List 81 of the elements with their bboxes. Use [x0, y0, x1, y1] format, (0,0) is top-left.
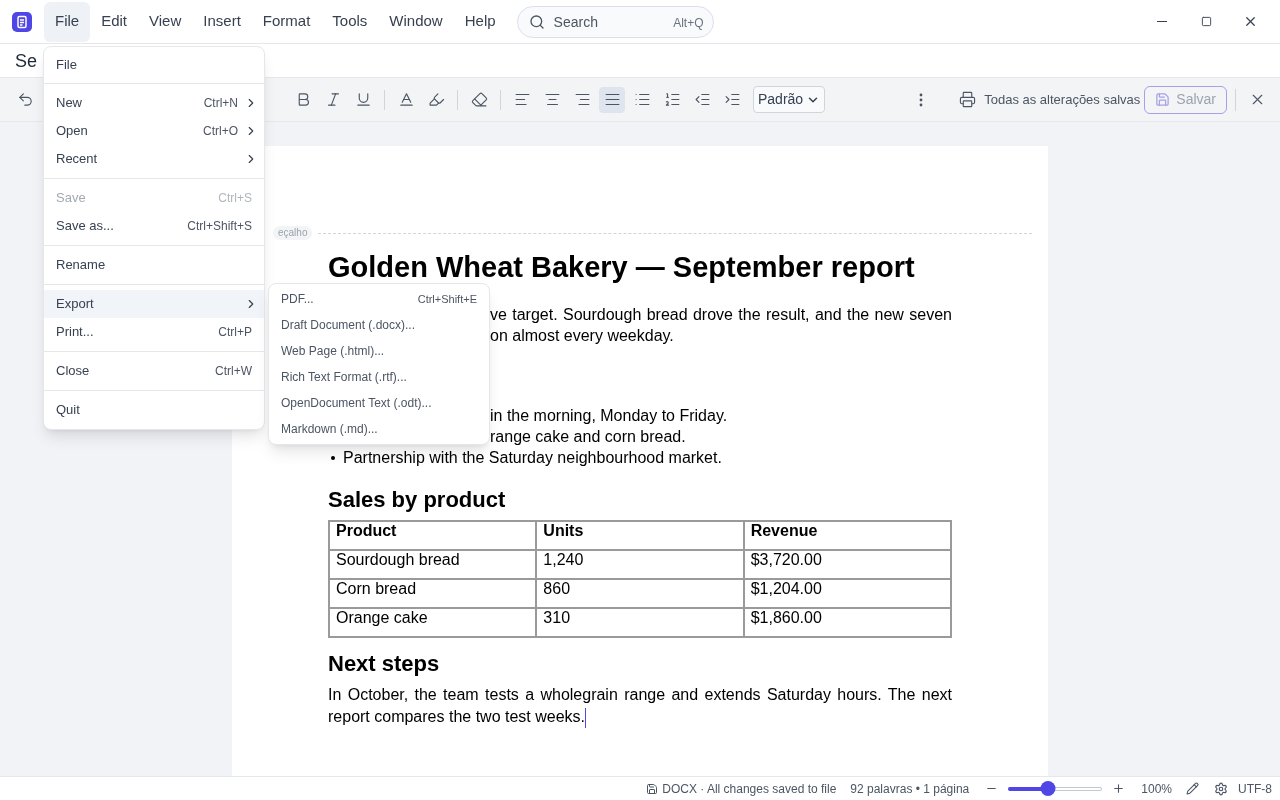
menu-item[interactable]: Rename: [44, 251, 264, 279]
menu-item[interactable]: Web Page (.html)...: [269, 338, 489, 364]
list-item: range cake and corn bread.: [490, 428, 686, 445]
list-item: in the morning, Monday to Friday.: [490, 407, 728, 424]
align-justify-icon: [603, 91, 621, 108]
table-cell: Sourdough bread: [329, 550, 537, 579]
menu-item[interactable]: OpenDocument Text (.odt)...: [269, 390, 489, 416]
text-cursor: [585, 707, 586, 728]
undo-icon: [16, 91, 34, 108]
menu-item[interactable]: Insert: [192, 1, 252, 42]
table-cell: 310: [536, 608, 744, 637]
menu-item[interactable]: Window: [378, 1, 454, 42]
table-cell: 860: [536, 579, 744, 608]
menu-item[interactable]: Open Ctrl+O: [44, 117, 264, 145]
section-heading: Next steps: [328, 650, 441, 678]
column-header: Product: [329, 521, 537, 550]
print-icon: [958, 91, 976, 108]
menu-item[interactable]: Markdown (.md)...: [269, 416, 489, 442]
column-header: Units: [536, 521, 744, 550]
align-center-icon: [543, 91, 561, 108]
menu-item[interactable]: View: [138, 1, 193, 42]
bullet-list-icon: [633, 91, 651, 108]
menu-title: File: [55, 56, 78, 75]
settings-icon[interactable]: [1214, 781, 1228, 796]
section-heading: Sales by product: [328, 486, 507, 514]
zoom-in-button[interactable]: [1112, 782, 1126, 795]
plus-icon: [1112, 782, 1126, 795]
align-right-icon: [573, 91, 591, 108]
table-cell: Orange cake: [329, 608, 537, 637]
align-justify-button[interactable]: [599, 86, 625, 113]
menu-item[interactable]: Rich Text Format (.rtf)...: [269, 364, 489, 390]
minimize-icon: [1157, 20, 1167, 23]
header-tag: eçalho: [273, 226, 313, 240]
outdent-icon: [693, 91, 711, 108]
paragraph-line: on almost every weekday.: [490, 326, 675, 346]
column-header: Revenue: [743, 521, 951, 550]
pencil-icon[interactable]: [1186, 782, 1199, 795]
shortcut-hint: Alt+Q: [673, 14, 704, 32]
menu-item[interactable]: Draft Document (.docx)...: [269, 312, 489, 338]
menu-item[interactable]: Format: [251, 1, 322, 42]
file-status: DOCX · All changes saved to file: [662, 780, 837, 798]
word-count: 92 palavras • 1 página: [850, 780, 970, 798]
document-title: Se: [15, 49, 38, 72]
menu-item[interactable]: Quit: [44, 396, 264, 424]
paragraph-line: ve target. Sourdough bread drove the result, and the new seven: [490, 305, 952, 325]
style-select[interactable]: Padrão: [753, 86, 826, 113]
underline-icon: [354, 91, 372, 108]
more-icon: [919, 92, 924, 107]
slider-thumb[interactable]: [1040, 781, 1056, 796]
menu-item[interactable]: File: [44, 1, 91, 42]
list-item: Partnership with the Saturday neighbourhood market.: [343, 448, 722, 468]
menu-item[interactable]: Edit: [90, 1, 139, 42]
numbered-list-icon: [663, 91, 681, 108]
app-logo-icon: [12, 11, 32, 32]
table-cell: $3,720.00: [743, 550, 951, 579]
search-icon: [528, 13, 545, 30]
highlighter-icon: [427, 91, 445, 108]
menu-item[interactable]: Help: [453, 1, 507, 42]
menu-item[interactable]: Recent: [44, 145, 264, 173]
table-cell: Corn bread: [329, 579, 537, 608]
eraser-icon: [470, 91, 488, 108]
menu-item[interactable]: Close Ctrl+W: [44, 357, 264, 385]
table-cell: 1,240: [536, 550, 744, 579]
menu-item[interactable]: Print... Ctrl+P: [44, 318, 264, 346]
maximize-icon: [1200, 16, 1212, 27]
menu-item[interactable]: New Ctrl+N: [44, 89, 264, 117]
zoom-slider[interactable]: [1008, 780, 1103, 797]
document-heading: Golden Wheat Bakery — September report: [328, 253, 916, 281]
menu-item[interactable]: PDF... Ctrl+Shift+E: [269, 286, 489, 312]
menu-item[interactable]: Tools: [321, 1, 379, 42]
indent-icon: [723, 91, 741, 108]
save-status: Todas as alterações salvas: [984, 90, 1141, 109]
menu-item[interactable]: Export: [44, 290, 264, 318]
zoom-reading: 100%: [1141, 780, 1172, 798]
table-cell: $1,860.00: [743, 608, 951, 637]
align-left-icon: [513, 91, 531, 108]
encoding: UTF-8: [1238, 780, 1272, 798]
table-cell: $1,204.00: [743, 579, 951, 608]
paragraph: In October, the team tests a wholegrain range and extends Saturday hours. The next report compares the two test weeks.: [328, 684, 952, 728]
menu-item[interactable]: Save as... Ctrl+Shift+S: [44, 212, 264, 240]
text-color-icon: [397, 91, 415, 108]
